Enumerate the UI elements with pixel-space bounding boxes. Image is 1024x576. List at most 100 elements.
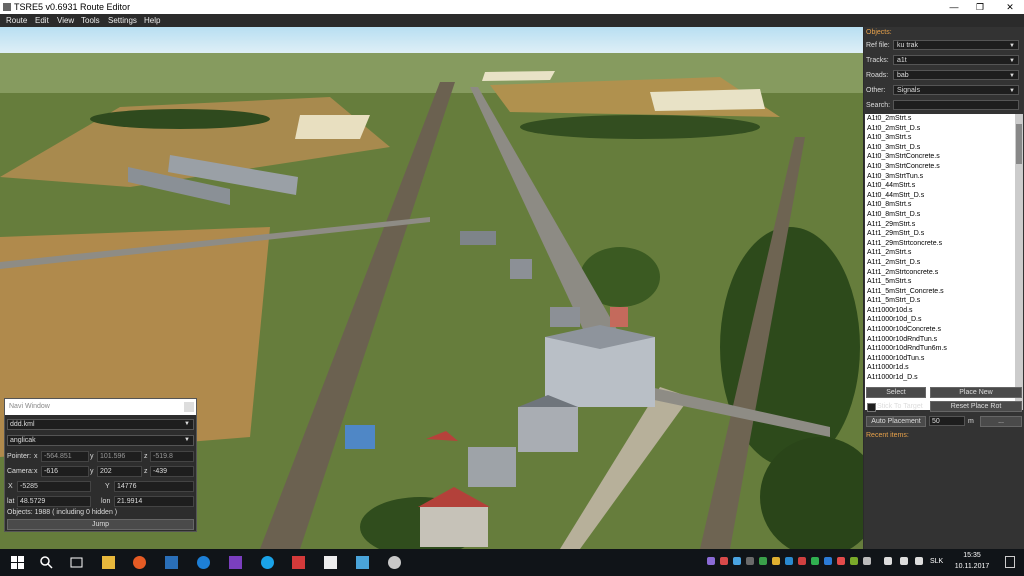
clock-time[interactable]: 15:35 (957, 552, 987, 559)
tray-icon[interactable] (824, 557, 832, 565)
tray-icon[interactable] (746, 557, 754, 565)
pointer-z-field[interactable]: -519.8 (150, 451, 194, 462)
minimize-icon[interactable]: — (940, 0, 968, 14)
windows-start-icon[interactable] (11, 556, 24, 569)
reset-place-rot-button[interactable]: Reset Place Rot (930, 401, 1022, 412)
menu-view[interactable]: View (57, 16, 74, 25)
stick-to-target-checkbox[interactable] (867, 403, 876, 412)
list-item[interactable]: A1t0_2mStrt_D.s (865, 124, 1015, 134)
camera-y-field[interactable]: 202 (97, 466, 142, 477)
tray-icon[interactable] (850, 557, 858, 565)
tray-icon[interactable] (798, 557, 806, 565)
list-item[interactable]: A1t0_3mStrtTun.s (865, 172, 1015, 182)
list-item[interactable]: A1t1_29mStrtconcrete.s (865, 239, 1015, 249)
tile-y-field[interactable]: 14776 (114, 481, 194, 492)
tray-icon[interactable] (772, 557, 780, 565)
network-icon[interactable] (884, 557, 892, 565)
list-item[interactable]: A1t1_2mStrt.s (865, 248, 1015, 258)
search-input[interactable] (893, 100, 1019, 110)
window-title-bar[interactable]: TSRE5 v0.6931 Route Editor — ❐ ✕ (0, 0, 1024, 14)
menu-route[interactable]: Route (6, 16, 27, 25)
tray-icon[interactable] (707, 557, 715, 565)
app-icon[interactable] (356, 556, 369, 569)
other-select[interactable]: Signals ▼ (893, 85, 1019, 95)
menu-settings[interactable]: Settings (108, 16, 137, 25)
tray-icon[interactable] (811, 557, 819, 565)
list-item[interactable]: A1t1000r1d_D.s (865, 373, 1015, 383)
tray-icon[interactable] (837, 557, 845, 565)
list-item[interactable]: A1t0_8mStrt_D.s (865, 210, 1015, 220)
list-item[interactable]: A1t1000r1d.s (865, 363, 1015, 373)
shape-file-list[interactable]: A1t0_2mStrt.s A1t0_2mStrt_D.s A1t0_3mStrt.… (865, 114, 1015, 410)
tray-icon[interactable] (720, 557, 728, 565)
list-item[interactable]: A1t0_3mStrt_D.s (865, 143, 1015, 153)
clock-date[interactable]: 10.11.2017 (951, 563, 993, 570)
file-explorer-icon[interactable] (102, 556, 115, 569)
more-button[interactable]: ... (980, 416, 1022, 427)
list-item[interactable]: A1t0_8mStrt.s (865, 200, 1015, 210)
auto-placement-button[interactable]: Auto Placement (866, 416, 926, 427)
list-item[interactable]: A1t1000r10d_D.s (865, 315, 1015, 325)
list-item[interactable]: A1t0_3mStrt.s (865, 133, 1015, 143)
jump-button[interactable]: Jump (7, 519, 194, 530)
select-button[interactable]: Select (866, 387, 926, 398)
pointer-x-field[interactable]: -564.851 (41, 451, 89, 462)
list-item[interactable]: A1t1_5mStrt_Concrete.s (865, 287, 1015, 297)
pointer-y-field[interactable]: 101.596 (97, 451, 142, 462)
camera-z-field[interactable]: -439 (150, 466, 194, 477)
list-item[interactable]: A1t0_44mStrt_D.s (865, 191, 1015, 201)
skype-icon[interactable] (261, 556, 274, 569)
maximize-icon[interactable]: ❐ (966, 0, 994, 14)
close-icon[interactable] (184, 402, 194, 412)
navi-title[interactable]: Navi Window (5, 399, 196, 415)
task-view-icon[interactable] (70, 556, 83, 569)
list-item[interactable]: A1t1_29mStrt.s (865, 220, 1015, 230)
notifications-icon[interactable] (1005, 556, 1015, 568)
paint-icon[interactable] (388, 556, 401, 569)
lon-field[interactable]: 21.9914 (114, 496, 194, 507)
place-new-button[interactable]: Place New (930, 387, 1022, 398)
menu-edit[interactable]: Edit (35, 16, 49, 25)
scrollbar-thumb[interactable] (1016, 124, 1022, 164)
tile-x-field[interactable]: -5285 (17, 481, 91, 492)
tray-icon[interactable] (785, 557, 793, 565)
roads-select[interactable]: bab ▼ (893, 70, 1019, 80)
battery-icon[interactable] (900, 557, 908, 565)
tray-icon[interactable] (759, 557, 767, 565)
list-item[interactable]: A1t1000r10dRndTun.s (865, 335, 1015, 345)
firefox-icon[interactable] (133, 556, 146, 569)
list-item[interactable]: A1t1000r10dConcrete.s (865, 325, 1015, 335)
list-item[interactable]: A1t1000r10dRndTun6m.s (865, 344, 1015, 354)
list-item[interactable]: A1t1000r10d.s (865, 306, 1015, 316)
tray-icon[interactable] (863, 557, 871, 565)
volume-icon[interactable] (915, 557, 923, 565)
close-icon[interactable]: ✕ (996, 0, 1024, 14)
visual-studio-icon[interactable] (229, 556, 242, 569)
app-icon[interactable] (165, 556, 178, 569)
distance-input[interactable]: 50 (929, 416, 965, 426)
menu-help[interactable]: Help (144, 16, 160, 25)
list-item[interactable]: A1t0_2mStrt.s (865, 114, 1015, 124)
list-item[interactable]: A1t0_3mStrtConcrete.s (865, 162, 1015, 172)
ref-file-select[interactable]: ku trak ▼ (893, 40, 1019, 50)
tracks-select[interactable]: a1t ▼ (893, 55, 1019, 65)
search-icon[interactable] (40, 556, 53, 569)
language-select[interactable]: anglicak ▼ (7, 435, 194, 446)
menu-tools[interactable]: Tools (81, 16, 100, 25)
list-item[interactable]: A1t1000r10dTun.s (865, 354, 1015, 364)
camera-x-field[interactable]: -616 (41, 466, 89, 477)
language-indicator[interactable]: SLK (930, 558, 943, 565)
route-editor-taskbar-icon[interactable] (324, 556, 337, 569)
list-item[interactable]: A1t0_3mStrtConcrete.s (865, 152, 1015, 162)
list-item[interactable]: A1t1_5mStrt_D.s (865, 296, 1015, 306)
edge-icon[interactable] (197, 556, 210, 569)
tray-icon[interactable] (733, 557, 741, 565)
list-item[interactable]: A1t1_5mStrt.s (865, 277, 1015, 287)
list-item[interactable]: A1t0_44mStrt.s (865, 181, 1015, 191)
list-item[interactable]: A1t1_2mStrt_D.s (865, 258, 1015, 268)
list-item[interactable]: A1t1_2mStrtconcrete.s (865, 268, 1015, 278)
kml-file-select[interactable]: ddd.kml ▼ (7, 419, 194, 430)
list-item[interactable]: A1t1_29mStrt_D.s (865, 229, 1015, 239)
file-list-scrollbar[interactable] (1015, 114, 1023, 410)
app-icon[interactable] (292, 556, 305, 569)
